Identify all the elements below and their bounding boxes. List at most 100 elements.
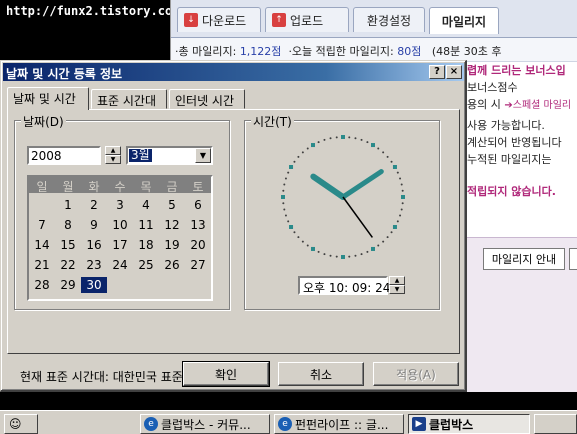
apply-button-label: 적용(A) <box>396 367 436 382</box>
clock-minute-marker <box>329 137 332 140</box>
taskbar-item[interactable] <box>534 414 577 434</box>
dialog-titlebar[interactable]: 날짜 및 시간 등록 정보 ? × <box>3 63 464 81</box>
calendar-day[interactable]: 5 <box>159 197 185 213</box>
calendar-day[interactable]: 18 <box>133 237 159 253</box>
spin-down-icon[interactable]: ▼ <box>389 285 405 294</box>
calendar-day[interactable]: 15 <box>55 237 81 253</box>
help-button[interactable]: ? <box>429 65 445 79</box>
content-line: 계산되어 반영됩니다 <box>467 136 562 149</box>
clock-minute-marker <box>283 183 286 186</box>
calendar-day[interactable]: 27 <box>185 257 211 273</box>
special-mileage-link[interactable]: ➔스페셜 마일리 <box>504 100 571 111</box>
clock-hour-marker <box>289 165 294 169</box>
clock-minute-marker <box>297 155 300 158</box>
tab-settings[interactable]: 환경설정 <box>353 7 425 32</box>
content-line: 적립되지 않습니다. <box>467 185 556 198</box>
tab-time-zone[interactable]: 표준 시간대 <box>91 89 167 109</box>
analog-clock <box>281 135 405 259</box>
cancel-button[interactable]: 취소 <box>278 362 364 386</box>
tab-download[interactable]: ↓ 다운로드 <box>177 7 261 32</box>
taskbar-item[interactable]: e 펀펀라이프 :: 글... <box>274 414 404 434</box>
minute-hand <box>340 169 384 200</box>
date-time-dialog: 날짜 및 시간 등록 정보 ? × 날짜 및 시간 표준 시간대 인터넷 시간 … <box>0 60 467 392</box>
clock-minute-marker <box>399 214 402 217</box>
calendar-day[interactable]: 16 <box>81 237 107 253</box>
quick-launch-icon[interactable]: ☺ <box>9 417 22 431</box>
clock-minute-marker <box>377 147 380 150</box>
calendar-day[interactable]: 14 <box>29 237 55 253</box>
mileage-info-button[interactable]: 마일리지 안내 <box>483 248 565 270</box>
tab-mileage[interactable]: 마일리지 <box>429 7 499 34</box>
time-group: 시간(T) 오후 10: 09: 24 ▲ ▼ <box>244 113 440 310</box>
clock-minute-marker <box>282 202 285 205</box>
calendar-weekday: 월 <box>62 180 74 194</box>
spin-up-icon[interactable]: ▲ <box>105 146 121 155</box>
calendar-day[interactable]: 11 <box>133 217 159 233</box>
clock-hour-marker <box>392 225 397 229</box>
clock-hour-marker <box>371 246 375 251</box>
calendar-day[interactable]: 22 <box>55 257 81 273</box>
calendar-grid[interactable]: 일 월 화 수 목 금 토 1 2 3 4 5 6 7 8 9 10 11 12 13 14 15 16 17 18 19 20 21… <box>27 175 213 301</box>
tab-panel-date-time: 날짜(D) 2008 ▲ ▼ 3월 ▼ 일 월 화 수 목 금 토 1 2 3 4 5 6 7 8 9 10 11… <box>7 109 460 384</box>
clock-minute-marker <box>386 155 389 158</box>
tab-label: 마일리지 <box>441 14 487 29</box>
quick-launch[interactable]: ☺ <box>4 414 38 434</box>
time-input[interactable]: 오후 10: 09: 24 <box>298 276 390 295</box>
calendar-day[interactable]: 24 <box>107 257 133 273</box>
spin-up-icon[interactable]: ▲ <box>389 276 405 285</box>
close-button[interactable]: × <box>446 65 462 79</box>
calendar-day[interactable]: 29 <box>55 277 81 293</box>
calendar-day[interactable]: 10 <box>107 217 133 233</box>
tab-upload[interactable]: ↑ 업로드 <box>265 7 349 32</box>
tab-date-time[interactable]: 날짜 및 시간 <box>7 87 89 110</box>
current-timezone-text: 현재 표준 시간대: 대한민국 표준시 <box>20 370 194 384</box>
content-line: 사용 가능합니다. <box>467 119 545 132</box>
time-spinner[interactable]: ▲ ▼ <box>389 276 405 295</box>
chevron-down-icon[interactable]: ▼ <box>195 148 211 163</box>
month-select[interactable]: 3월 ▼ <box>126 146 213 165</box>
calendar-day[interactable]: 23 <box>81 257 107 273</box>
calendar-day[interactable]: 17 <box>107 237 133 253</box>
calendar-weekday: 수 <box>114 180 126 194</box>
calendar-day-selected[interactable]: 30 <box>81 277 107 293</box>
calendar-day[interactable]: 21 <box>29 257 55 273</box>
taskbar-item[interactable]: e 클럽박스 - 커뮤... <box>140 414 270 434</box>
tab-internet-time[interactable]: 인터넷 시간 <box>169 89 245 109</box>
calendar-day[interactable]: 12 <box>159 217 185 233</box>
calendar-day[interactable]: 2 <box>81 197 107 213</box>
calendar-day[interactable]: 1 <box>55 197 81 213</box>
calendar-weekday: 목 <box>140 180 152 194</box>
clock-minute-marker <box>323 138 326 141</box>
clock-minute-marker <box>283 208 286 211</box>
year-spinner[interactable]: ▲ ▼ <box>105 146 121 165</box>
calendar-day[interactable]: 9 <box>81 217 107 233</box>
calendar-day[interactable]: 13 <box>185 217 211 233</box>
calendar-day[interactable]: 7 <box>29 217 55 233</box>
clock-minute-marker <box>284 214 287 217</box>
taskbar-item-active[interactable]: ▶ 클럽박스 <box>408 414 530 434</box>
ok-button[interactable]: 확인 <box>182 361 270 387</box>
calendar-day[interactable]: 4 <box>133 197 159 213</box>
clock-minute-marker <box>293 231 296 234</box>
calendar-day[interactable]: 19 <box>159 237 185 253</box>
next-button[interactable] <box>569 248 577 270</box>
calendar-day[interactable]: 25 <box>133 257 159 273</box>
calendar-day[interactable]: 3 <box>107 197 133 213</box>
clock-hour-marker <box>341 255 345 259</box>
clock-minute-marker <box>335 255 338 258</box>
year-input[interactable]: 2008 <box>27 146 101 165</box>
second-hand <box>342 196 373 238</box>
clock-minute-marker <box>329 254 332 257</box>
clock-minute-marker <box>287 220 290 223</box>
calendar-day[interactable]: 20 <box>185 237 211 253</box>
calendar-day[interactable]: 26 <box>159 257 185 273</box>
calendar-day[interactable]: 6 <box>185 197 211 213</box>
clock-minute-marker <box>301 151 304 154</box>
clock-minute-marker <box>377 244 380 247</box>
spin-down-icon[interactable]: ▼ <box>105 155 121 164</box>
clock-minute-marker <box>400 183 403 186</box>
calendar-day[interactable]: 8 <box>55 217 81 233</box>
clock-hour-marker <box>401 195 405 199</box>
mileage-timer: (48분 30초 후 <box>431 45 502 58</box>
calendar-day[interactable]: 28 <box>29 277 55 293</box>
